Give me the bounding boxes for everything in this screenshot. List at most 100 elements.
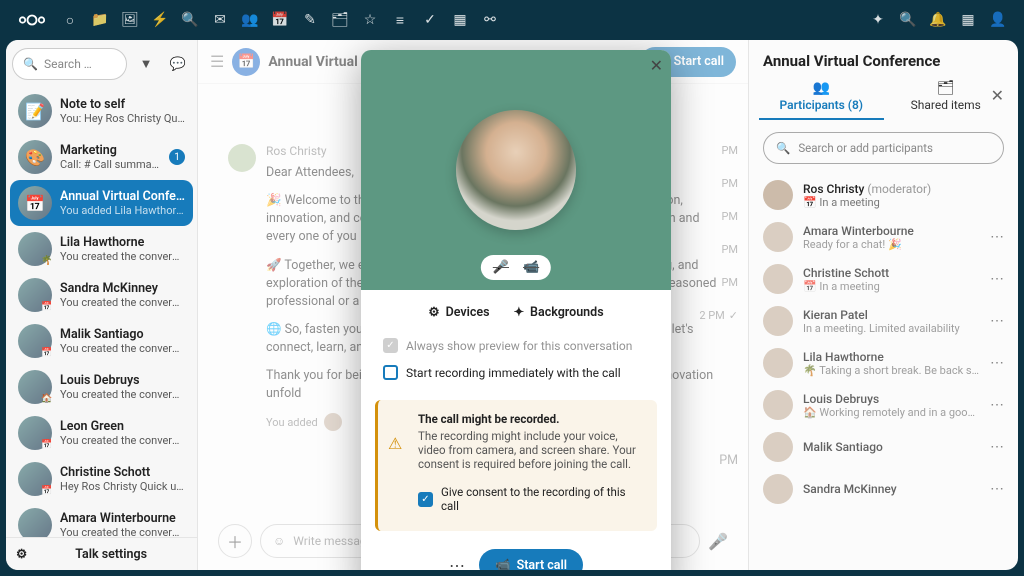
recording-warning: ⚠ The call might be recorded. The record…: [375, 400, 657, 531]
app-icon[interactable]: 🖼: [116, 6, 144, 34]
media-controls: 🎤 📹: [481, 255, 551, 280]
avatar: [763, 390, 793, 420]
participant-item[interactable]: Ros Christy (moderator) 📅 In a meeting: [759, 174, 1008, 216]
conversation-item[interactable]: 📅 Annual Virtual Conference You added Li…: [10, 180, 193, 226]
conversation-name: Marketing: [60, 143, 161, 158]
avatar: [763, 306, 793, 336]
start-recording-checkbox[interactable]: Start recording immediately with the cal…: [383, 359, 649, 386]
conversation-item[interactable]: 📅 Malik Santiago You created the convers…: [10, 318, 193, 364]
microphone-icon[interactable]: 🎤: [708, 532, 728, 551]
header-icon[interactable]: 👤: [984, 6, 1012, 34]
avatar: 📅: [18, 186, 52, 220]
conversation-item[interactable]: 📅 Christine Schott Hey Ros Christy Quick…: [10, 456, 193, 502]
conversation-item[interactable]: Amara Winterbourne You created the conve…: [10, 502, 193, 537]
participant-item[interactable]: Louis Debruys 🏠 Working remotely and in …: [759, 384, 1008, 426]
tab-participants[interactable]: 👥 Participants (8): [759, 80, 884, 120]
app-icon[interactable]: ⚡: [146, 6, 174, 34]
chat-icon[interactable]: 💬: [165, 51, 191, 77]
conversation-item[interactable]: 📝 Note to self You: Hey Ros Christy Quic…: [10, 88, 193, 134]
sidebar-toggle-icon[interactable]: ☰: [210, 52, 224, 71]
warning-title: The call might be recorded.: [418, 412, 643, 426]
mic-off-icon[interactable]: 🎤: [493, 260, 509, 275]
more-icon[interactable]: ⋯: [990, 229, 1004, 245]
panel-title: Annual Virtual Conference: [763, 52, 1004, 70]
top-app-bar: ○📁🖼⚡🔍✉👥📅✎🗂☆≡✓▦⚯ ✦🔍🔔▦👤: [0, 0, 1024, 40]
participant-name: Ros Christy (moderator): [803, 182, 1004, 196]
conversation-item[interactable]: 📅 Sandra McKinney You created the conver…: [10, 272, 193, 318]
app-icon[interactable]: 🔍: [176, 6, 204, 34]
start-call-button[interactable]: 📹 Start call: [479, 549, 583, 570]
tab-shared[interactable]: 🗂 Shared items: [884, 80, 1009, 120]
conversation-item[interactable]: 📅 Leon Green You created the conversatio…: [10, 410, 193, 456]
always-preview-checkbox[interactable]: ✓ Always show preview for this conversat…: [383, 332, 649, 359]
app-icon[interactable]: 📅: [266, 6, 294, 34]
conversation-item[interactable]: 🌴 Lila Hawthorne You created the convers…: [10, 226, 193, 272]
app-icon[interactable]: ✓: [416, 6, 444, 34]
participant-status: In a meeting. Limited availability: [803, 322, 980, 335]
participant-name: Kieran Patel: [803, 308, 980, 322]
more-icon[interactable]: ⋯: [990, 355, 1004, 371]
close-icon[interactable]: ✕: [991, 86, 1004, 105]
app-icon[interactable]: ✎: [296, 6, 324, 34]
participant-name: Sandra McKinney: [803, 482, 980, 496]
settings-icon[interactable]: ⚙: [16, 546, 27, 562]
sender-avatar[interactable]: [228, 144, 256, 172]
participant-item[interactable]: Lila Hawthorne 🌴 Taking a short break. B…: [759, 342, 1008, 384]
participant-status: 🌴 Taking a short break. Be back soon!: [803, 364, 980, 377]
more-icon[interactable]: ⋯: [990, 397, 1004, 413]
participant-item[interactable]: Malik Santiago ⋯: [759, 426, 1008, 468]
conversation-name: Louis Debruys: [60, 373, 185, 388]
header-icon[interactable]: ✦: [864, 6, 892, 34]
emoji-icon[interactable]: ☺: [273, 534, 285, 548]
header-icon[interactable]: 🔔: [924, 6, 952, 34]
attach-button[interactable]: ＋: [218, 524, 252, 558]
conversation-item[interactable]: 🎨 Marketing Call: # Call summary - … · 1: [10, 134, 193, 180]
timestamp-column: PMPMPMPMPM2 PM✓: [688, 144, 738, 322]
avatar: [763, 432, 793, 462]
app-icon[interactable]: 📁: [86, 6, 114, 34]
media-settings-modal: ✕ 🎤 📹 ⚙Devices ✦Backgrounds ✓ Always sho…: [361, 50, 671, 570]
conversation-name: Amara Winterbourne: [60, 511, 185, 526]
conversation-avatar: 📅: [232, 48, 260, 76]
more-icon[interactable]: ⋯: [990, 481, 1004, 497]
more-icon[interactable]: ⋯: [449, 556, 465, 571]
app-icon[interactable]: ⚯: [476, 6, 504, 34]
search-input[interactable]: 🔍 Search …: [12, 48, 127, 80]
header-icon[interactable]: 🔍: [894, 6, 922, 34]
more-icon[interactable]: ⋯: [990, 439, 1004, 455]
app-icon[interactable]: ✉: [206, 6, 234, 34]
app-icon[interactable]: ≡: [386, 6, 414, 34]
consent-checkbox[interactable]: ✓ Give consent to the recording of this …: [418, 479, 643, 519]
talk-settings-link[interactable]: Talk settings: [35, 547, 187, 562]
avatar: 🎨: [18, 140, 52, 174]
header-icon[interactable]: ▦: [954, 6, 982, 34]
app-icon[interactable]: 👥: [236, 6, 264, 34]
participant-status: Ready for a chat! 🎉: [803, 238, 980, 251]
conversation-name: Lila Hawthorne: [60, 235, 185, 250]
app-icon[interactable]: 🗂: [326, 6, 354, 34]
participant-item[interactable]: Kieran Patel In a meeting. Limited avail…: [759, 300, 1008, 342]
close-icon[interactable]: ✕: [650, 56, 663, 75]
video-off-icon[interactable]: 📹: [523, 260, 539, 275]
participant-item[interactable]: Christine Schott 📅 In a meeting ⋯: [759, 258, 1008, 300]
app-icon[interactable]: ☆: [356, 6, 384, 34]
participant-item[interactable]: Sandra McKinney ⋯: [759, 468, 1008, 510]
avatar: [763, 264, 793, 294]
warning-body: The recording might include your voice, …: [418, 429, 643, 471]
backgrounds-button[interactable]: ✦Backgrounds: [514, 304, 604, 320]
participant-item[interactable]: Amara Winterbourne Ready for a chat! 🎉 ⋯: [759, 216, 1008, 258]
devices-button[interactable]: ⚙Devices: [428, 304, 489, 320]
more-icon[interactable]: ⋯: [990, 271, 1004, 287]
avatar: 🏠: [18, 370, 52, 404]
participants-search[interactable]: 🔍 Search or add participants: [763, 132, 1004, 164]
conversation-item[interactable]: 🏠 Louis Debruys You created the conversa…: [10, 364, 193, 410]
conversation-preview: You created the conversation: [60, 296, 185, 309]
conversation-preview: You created the conversation: [60, 250, 185, 263]
details-panel: Annual Virtual Conference ✕ 👥 Participan…: [748, 40, 1018, 570]
filter-icon[interactable]: ▼: [133, 51, 159, 77]
app-logo[interactable]: [12, 0, 52, 40]
more-icon[interactable]: ⋯: [990, 313, 1004, 329]
participant-status: 📅 In a meeting: [803, 196, 1004, 209]
app-icon[interactable]: ○: [56, 6, 84, 34]
app-icon[interactable]: ▦: [446, 6, 474, 34]
